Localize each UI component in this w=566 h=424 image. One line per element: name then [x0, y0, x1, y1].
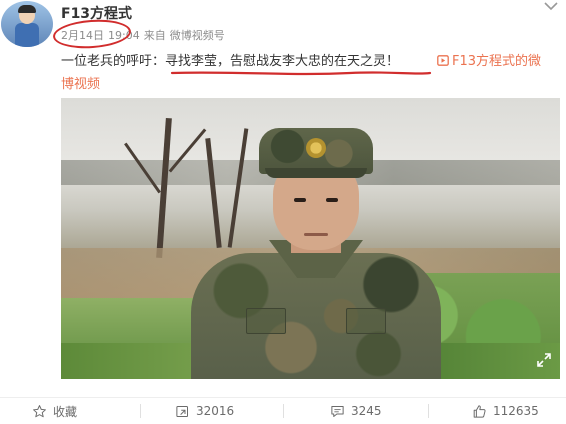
favorite-button[interactable]: 收藏 [32, 402, 77, 420]
avatar[interactable] [1, 1, 53, 47]
like-button[interactable]: 112635 [472, 402, 539, 420]
comment-icon [331, 405, 344, 417]
action-bar: 收藏 32016 3245 112635 [0, 397, 566, 424]
favorite-label[interactable]: 收藏 [53, 403, 77, 420]
repost-icon [176, 405, 188, 417]
like-count[interactable]: 112635 [493, 404, 539, 418]
eye [294, 198, 306, 202]
mouth [304, 233, 328, 236]
chevron-down-icon[interactable] [541, 0, 561, 12]
post-text: 一位老兵的呼吁：寻找李莹，告慰战友李大忠的在天之灵！ [61, 50, 399, 69]
thumbs-up-icon [473, 404, 486, 418]
fullscreen-icon[interactable] [536, 352, 552, 368]
post-text-highlight: 寻找李莹，告慰战友李大忠的在天之灵！ [165, 54, 400, 69]
annotation-underline [170, 71, 432, 76]
post-text-intro: 一位老兵的呼吁： [61, 54, 166, 69]
post-source-prefix: 来自 [143, 29, 166, 42]
repost-button[interactable]: 32016 [175, 402, 234, 420]
divider [283, 404, 284, 418]
avatar-hair [18, 5, 36, 13]
cap-badge [306, 138, 326, 158]
comment-button[interactable]: 3245 [330, 402, 382, 420]
video-link-label[interactable]: F13方程式的微 [452, 54, 541, 69]
chest-pocket [346, 308, 386, 334]
soldier-figure [191, 128, 441, 379]
divider [428, 404, 429, 418]
video-link[interactable]: F13方程式的微 [437, 50, 541, 69]
post-source[interactable]: 微博视频号 [170, 29, 225, 42]
divider [140, 404, 141, 418]
video-icon [437, 55, 449, 66]
comment-count[interactable]: 3245 [351, 404, 382, 418]
repost-count[interactable]: 32016 [196, 404, 234, 418]
star-icon [33, 404, 46, 417]
cap-brim [265, 168, 367, 178]
video-link-continued[interactable]: 博视频 [61, 73, 100, 92]
avatar-body [15, 23, 39, 47]
video-player[interactable] [61, 98, 560, 379]
chest-pocket [246, 308, 286, 334]
eye [326, 198, 338, 202]
